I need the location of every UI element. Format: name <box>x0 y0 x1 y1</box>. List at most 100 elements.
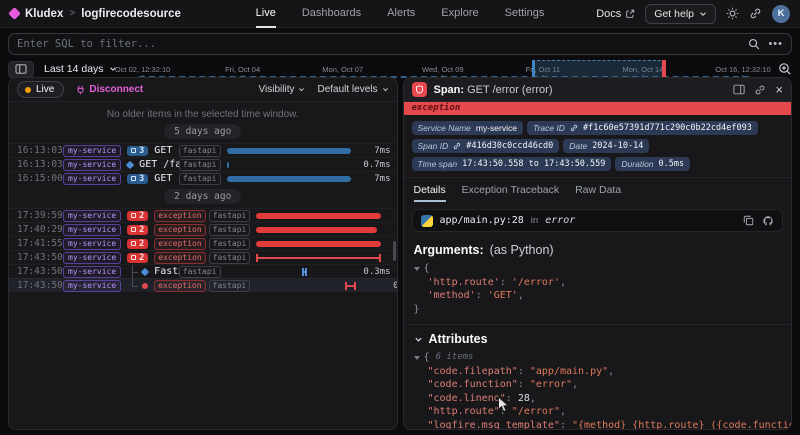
duration-label: 6ms <box>384 253 397 263</box>
collapse-toggle-icon[interactable] <box>414 267 420 271</box>
tag-fastapi: fastapi <box>209 280 251 292</box>
tab-explore[interactable]: Explore <box>441 0 478 28</box>
row-timestamp: 17:43:50 <box>17 252 63 263</box>
live-toggle-button[interactable]: Live <box>17 81 64 98</box>
trace-row[interactable]: 17:43:50my-serviceGET /error (error)exce… <box>9 278 397 292</box>
error-dot-icon <box>142 283 148 289</box>
zoom-in-icon[interactable] <box>778 62 792 76</box>
timeline-track[interactable]: Oct 02, 12:32:10Fri, Oct 04Mon, Oct 07We… <box>127 59 768 79</box>
detail-tab-raw-data[interactable]: Raw Data <box>575 184 621 202</box>
tag-fastapi: fastapi <box>209 252 251 264</box>
items-count-note: 6 items <box>436 351 474 365</box>
docs-link[interactable]: Docs <box>596 8 635 20</box>
trace-row[interactable]: 17:39:59my-service2GET /errorexceptionfa… <box>9 208 397 222</box>
chevron-down-icon[interactable] <box>414 335 423 344</box>
trace-row[interactable]: 17:41:55my-service2GET /errorexceptionfa… <box>9 236 397 250</box>
duration-label: 7ms <box>384 239 397 249</box>
row-tags: exceptionfastapi <box>154 210 250 222</box>
github-icon[interactable] <box>762 215 774 227</box>
more-options-icon[interactable]: ••• <box>768 40 783 48</box>
trace-row[interactable]: 16:13:03my-service3GET /fastapi7ms <box>9 143 397 157</box>
detail-tab-details[interactable]: Details <box>414 184 446 202</box>
project-name[interactable]: logfirecodesource <box>81 8 181 20</box>
duration-track <box>256 223 384 236</box>
tab-live[interactable]: Live <box>256 0 276 28</box>
row-timestamp: 16:13:03 <box>17 145 63 156</box>
copy-icon[interactable] <box>743 215 754 226</box>
user-avatar[interactable]: K <box>772 5 790 23</box>
row-timestamp: 17:40:29 <box>17 224 63 235</box>
duration-label: 0.5ms <box>384 281 397 291</box>
duration-track <box>227 158 355 171</box>
chip-label: Date <box>569 141 587 151</box>
copy-link-icon[interactable] <box>754 84 766 96</box>
span-count-badge: 2 <box>127 239 148 249</box>
detail-tab-exception-traceback[interactable]: Exception Traceback <box>462 184 559 202</box>
get-help-button[interactable]: Get help <box>645 4 716 24</box>
attr-value: "/error" <box>512 405 560 419</box>
time-range-label: Last 14 days <box>44 63 104 75</box>
code-line: "code.function": "error", <box>414 378 782 392</box>
span-detail-panel: Span: GET /error (error) × exception Ser… <box>403 77 793 430</box>
time-range-select[interactable]: Last 14 days <box>44 63 117 75</box>
tab-alerts[interactable]: Alerts <box>387 0 415 28</box>
code-context-bar: app/main.py:28 in error <box>412 209 784 232</box>
meta-chip-duration[interactable]: Duration0.5ms <box>615 157 690 171</box>
service-tag: my-service <box>63 159 121 171</box>
error-span-icon <box>412 82 427 97</box>
disconnect-button[interactable]: Disconnect <box>76 84 143 95</box>
arg-value: '/error' <box>512 276 560 290</box>
breadcrumb-separator: > <box>69 8 75 19</box>
chip-value: #f1c60e57391d771c290c0b22cd4ef093 <box>583 123 752 133</box>
tag-exception: exception <box>154 252 205 264</box>
detail-title: Span: GET /error (error) <box>434 84 553 96</box>
tab-settings[interactable]: Settings <box>505 0 545 28</box>
default-levels-dropdown[interactable]: Default levels <box>317 84 388 95</box>
trace-row[interactable]: 17:43:50my-serviceFastAPI argumentsfasta… <box>9 264 397 278</box>
service-tag: my-service <box>63 238 121 250</box>
time-ago-badge: 2 days ago <box>164 189 241 204</box>
duration-bar <box>227 148 351 154</box>
meta-chip-time-span[interactable]: Time span17:43:50.558 to 17:43:50.559 <box>412 157 612 171</box>
duration-bar <box>256 241 380 247</box>
sql-filter-input[interactable] <box>17 38 740 50</box>
meta-chip-span-id[interactable]: Span ID#416d30c0ccd46cd0 <box>412 139 560 153</box>
dock-panel-icon[interactable] <box>733 84 745 95</box>
detail-kind-label: Span: <box>434 84 465 96</box>
trace-row[interactable]: 17:40:29my-service2GET /errorexceptionfa… <box>9 222 397 236</box>
collapse-toggle-icon[interactable] <box>414 356 420 360</box>
chip-label: Time span <box>418 159 458 169</box>
meta-chip-trace-id[interactable]: Trace ID#f1c60e57391d771c290c0b22cd4ef09… <box>527 121 758 135</box>
span-count: 2 <box>139 240 144 248</box>
code-function: error <box>545 215 575 226</box>
breadcrumb: Kludex > logfirecodesource <box>10 8 235 20</box>
span-name: FastAPI arguments <box>154 266 179 277</box>
tab-dashboards[interactable]: Dashboards <box>302 0 361 28</box>
span-count-badge: 2 <box>127 225 148 235</box>
meta-chip-date[interactable]: Date2024-10-14 <box>563 139 649 153</box>
duration-track <box>256 251 384 264</box>
in-word: in <box>531 215 538 226</box>
sidebar-toggle-button[interactable] <box>8 61 34 78</box>
main-nav-tabs: Live Dashboards Alerts Explore Settings <box>235 0 565 28</box>
search-icon[interactable] <box>748 38 760 50</box>
scrollbar-thumb[interactable] <box>393 241 396 261</box>
spans-icon <box>131 176 136 181</box>
duration-track <box>227 265 355 278</box>
code-location[interactable]: app/main.py:28 <box>440 215 524 226</box>
trace-row[interactable]: 17:43:50my-service2GET /errorexceptionfa… <box>9 250 397 264</box>
trace-row[interactable]: 16:15:00my-service3GET /fastapi7ms <box>9 171 397 185</box>
app-root: Kludex > logfirecodesource Live Dashboard… <box>0 0 800 79</box>
visibility-dropdown[interactable]: Visibility <box>259 84 306 95</box>
attributes-heading: Attributes <box>404 324 792 349</box>
share-link-icon[interactable] <box>749 7 762 20</box>
trace-row[interactable]: 16:13:03my-serviceGET /favicon.icofastap… <box>9 157 397 171</box>
meta-chip-service-name[interactable]: Service Namemy-service <box>412 121 523 135</box>
theme-toggle-icon[interactable] <box>726 7 739 20</box>
row-timestamp: 16:15:00 <box>17 173 63 184</box>
close-icon[interactable]: × <box>775 85 783 95</box>
timeline-tick-label: Fri, Oct 04 <box>225 65 260 74</box>
span-count: 2 <box>139 254 144 262</box>
chip-label: Span ID <box>418 141 449 151</box>
org-name[interactable]: Kludex <box>25 8 63 20</box>
